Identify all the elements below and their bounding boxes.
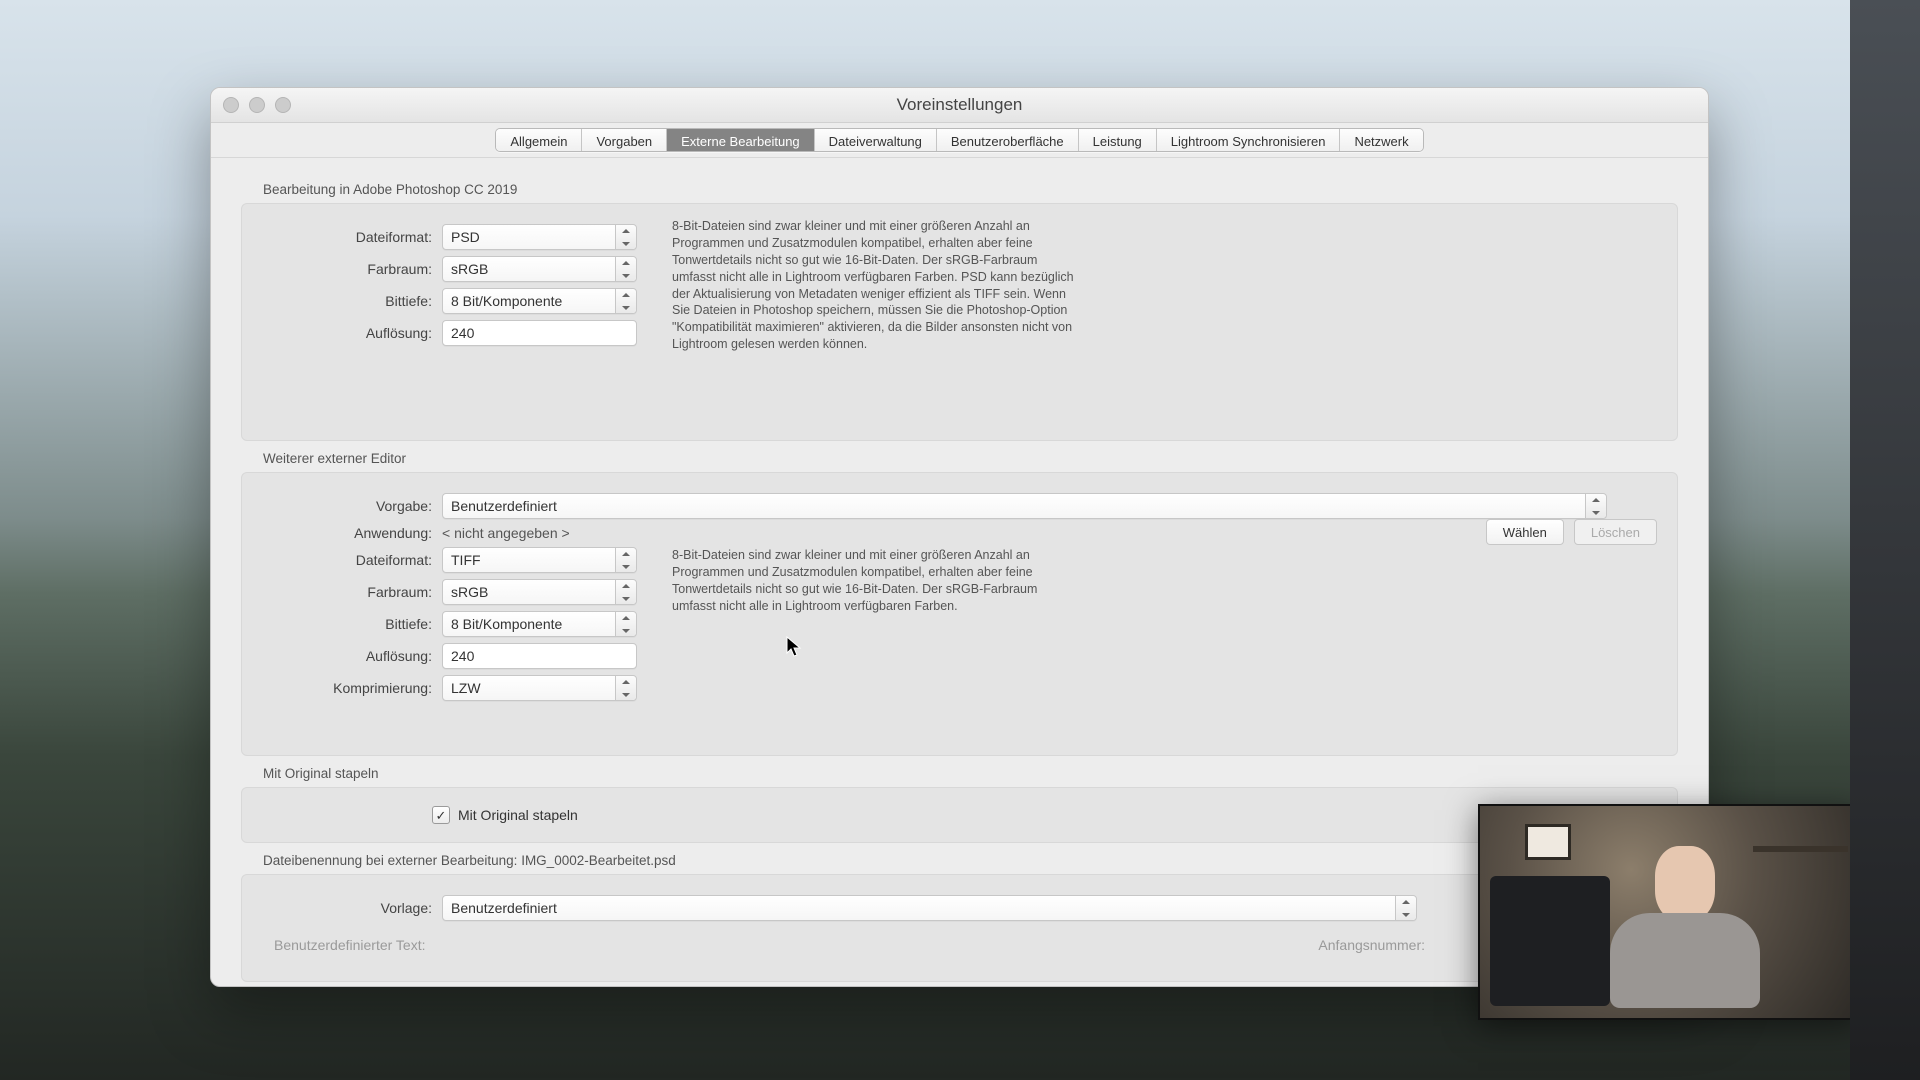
label-aufloesung-ext: Auflösung: bbox=[262, 648, 442, 664]
value-anwendung: < nicht angegeben > bbox=[442, 525, 570, 541]
panel-filenaming: Vorlage: Benutzerdefiniert Benutzerdefin… bbox=[241, 874, 1678, 982]
label-dateiformat: Dateiformat: bbox=[262, 229, 442, 245]
tab-leistung[interactable]: Leistung bbox=[1079, 129, 1157, 151]
panel-photoshop-editing: Dateiformat: PSD Farbraum: sRGB Bittiefe… bbox=[241, 203, 1678, 441]
tab-externe-bearbeitung[interactable]: Externe Bearbeitung bbox=[667, 129, 815, 151]
input-aufloesung-ps[interactable] bbox=[442, 320, 637, 346]
window-title: Voreinstellungen bbox=[211, 95, 1708, 115]
checkbox-stack-original[interactable]: ✓ bbox=[432, 806, 450, 824]
panel-external-editor: Vorgabe: Benutzerdefiniert Anwendung: < … bbox=[241, 472, 1678, 756]
tab-lightroom-synchronisieren[interactable]: Lightroom Synchronisieren bbox=[1157, 129, 1341, 151]
select-value: PSD bbox=[451, 229, 480, 245]
stepper-icon bbox=[615, 257, 636, 281]
select-dateiformat-ext[interactable]: TIFF bbox=[442, 547, 637, 573]
select-dateiformat-ps[interactable]: PSD bbox=[442, 224, 637, 250]
section-heading-photoshop: Bearbeitung in Adobe Photoshop CC 2019 bbox=[263, 182, 1678, 197]
select-bittiefe-ps[interactable]: 8 Bit/Komponente bbox=[442, 288, 637, 314]
select-value: TIFF bbox=[451, 552, 481, 568]
label-bittiefe-ext: Bittiefe: bbox=[262, 616, 442, 632]
section-heading-stack: Mit Original stapeln bbox=[263, 766, 1678, 781]
label-aufloesung: Auflösung: bbox=[262, 325, 442, 341]
wall-frame bbox=[1525, 824, 1571, 860]
select-vorgabe[interactable]: Benutzerdefiniert bbox=[442, 493, 1607, 519]
select-value: Benutzerdefiniert bbox=[451, 498, 557, 514]
select-value: Benutzerdefiniert bbox=[451, 900, 557, 916]
label-anwendung: Anwendung: bbox=[262, 525, 442, 541]
stepper-icon bbox=[615, 225, 636, 249]
stepper-icon bbox=[615, 548, 636, 572]
tab-benutzeroberflaeche[interactable]: Benutzeroberfläche bbox=[937, 129, 1079, 151]
select-bittiefe-ext[interactable]: 8 Bit/Komponente bbox=[442, 611, 637, 637]
tab-vorgaben[interactable]: Vorgaben bbox=[582, 129, 667, 151]
choose-app-button[interactable]: Wählen bbox=[1486, 519, 1564, 545]
label-custom-text: Benutzerdefinierter Text: bbox=[274, 937, 426, 953]
tab-allgemein[interactable]: Allgemein bbox=[496, 129, 582, 151]
hint-text-ps: 8-Bit-Dateien sind zwar kleiner und mit … bbox=[672, 218, 1077, 353]
label-farbraum-ext: Farbraum: bbox=[262, 584, 442, 600]
select-value: LZW bbox=[451, 680, 481, 696]
select-farbraum-ps[interactable]: sRGB bbox=[442, 256, 637, 282]
input-aufloesung-ext[interactable] bbox=[442, 643, 637, 669]
tab-dateiverwaltung[interactable]: Dateiverwaltung bbox=[815, 129, 937, 151]
panel-stack: ✓ Mit Original stapeln bbox=[241, 787, 1678, 843]
section-heading-filenaming: Dateibenennung bei externer Bearbeitung:… bbox=[263, 853, 1678, 868]
checkbox-label-stack: Mit Original stapeln bbox=[458, 807, 578, 823]
section-heading-external-editor: Weiterer externer Editor bbox=[263, 451, 1678, 466]
label-farbraum: Farbraum: bbox=[262, 261, 442, 277]
stepper-icon bbox=[1585, 494, 1606, 518]
label-vorgabe: Vorgabe: bbox=[262, 498, 442, 514]
label-vorlage: Vorlage: bbox=[262, 900, 442, 916]
preferences-tabbar: Allgemein Vorgaben Externe Bearbeitung D… bbox=[211, 123, 1708, 158]
label-start-number: Anfangsnummer: bbox=[1318, 937, 1425, 953]
select-value: 8 Bit/Komponente bbox=[451, 293, 562, 309]
desktop-background: Voreinstellungen Allgemein Vorgaben Exte… bbox=[0, 0, 1920, 1080]
label-komprimierung: Komprimierung: bbox=[262, 680, 442, 696]
desk-monitor bbox=[1490, 876, 1610, 1006]
stepper-icon bbox=[615, 612, 636, 636]
select-komprimierung[interactable]: LZW bbox=[442, 675, 637, 701]
select-value: sRGB bbox=[451, 584, 488, 600]
window-titlebar: Voreinstellungen bbox=[211, 88, 1708, 123]
tab-netzwerk[interactable]: Netzwerk bbox=[1340, 129, 1422, 151]
stepper-icon bbox=[615, 289, 636, 313]
select-value: sRGB bbox=[451, 261, 488, 277]
delete-app-button[interactable]: Löschen bbox=[1574, 519, 1657, 545]
label-bittiefe: Bittiefe: bbox=[262, 293, 442, 309]
select-value: 8 Bit/Komponente bbox=[451, 616, 562, 632]
hint-text-ext: 8-Bit-Dateien sind zwar kleiner und mit … bbox=[672, 547, 1077, 615]
select-vorlage[interactable]: Benutzerdefiniert bbox=[442, 895, 1417, 921]
stepper-icon bbox=[615, 580, 636, 604]
select-farbraum-ext[interactable]: sRGB bbox=[442, 579, 637, 605]
label-dateiformat-ext: Dateiformat: bbox=[262, 552, 442, 568]
stepper-icon bbox=[615, 676, 636, 700]
stepper-icon bbox=[1395, 896, 1416, 920]
webcam-overlay bbox=[1478, 804, 1860, 1020]
presenter-person bbox=[1600, 846, 1770, 1018]
